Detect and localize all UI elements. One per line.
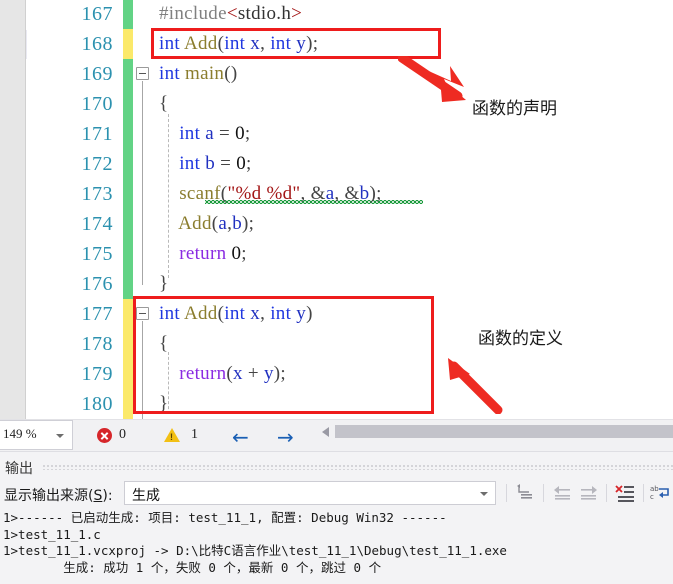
change-indicator-green — [123, 0, 133, 29]
code-line[interactable]: int main() — [159, 59, 238, 89]
change-indicator-yellow — [123, 329, 133, 359]
output-pane-title: 输出 — [5, 461, 33, 477]
chevron-down-icon — [56, 434, 64, 438]
definition-annotation-label: 函数的定义 — [478, 329, 563, 349]
svg-text:c: c — [650, 493, 654, 501]
navigate-forward-button[interactable]: → — [277, 427, 294, 447]
zoom-level-value: 149 % — [3, 426, 37, 441]
chevron-down-icon — [480, 492, 488, 496]
warning-icon: ! — [164, 428, 180, 442]
warning-count: 1 — [191, 427, 198, 442]
outlining-gutter[interactable] — [133, 0, 155, 419]
toolbar-separator — [506, 484, 507, 502]
change-indicator-green — [123, 59, 133, 89]
outlining-line-main — [142, 81, 143, 285]
line-number: 176 — [81, 273, 113, 295]
output-pane-dotted-divider — [42, 464, 673, 470]
change-indicator-green — [123, 179, 133, 209]
clear-all-icon[interactable] — [614, 483, 636, 503]
error-count: 0 — [119, 427, 126, 442]
code-editor[interactable]: 167 168 169 170 171 172 173 174 175 176 177 178 179 1… — [0, 0, 673, 419]
code-line[interactable]: int a = 0; — [159, 119, 251, 149]
line-number: 170 — [81, 93, 113, 115]
change-indicator-yellow — [123, 389, 133, 419]
svg-text:ab: ab — [650, 485, 659, 493]
output-source-label-prefix: 显示输出来源( — [4, 488, 94, 504]
output-pane: 输出 显示输出来源(S): 生成 ab c 1>------ 已启动生成: 项目… — [0, 451, 673, 584]
change-indicator-green — [123, 89, 133, 119]
output-source-label-suffix: ): — [102, 488, 113, 504]
collapse-main-icon[interactable] — [136, 67, 149, 80]
code-line[interactable]: int Add(int x, int y) — [159, 299, 313, 329]
clear-output-icon[interactable] — [514, 483, 536, 503]
change-indicator-green — [123, 239, 133, 269]
code-line[interactable]: { — [159, 329, 168, 359]
zoom-level-combobox[interactable]: 149 % — [0, 420, 73, 450]
change-indicator-green — [123, 119, 133, 149]
line-number-gutter: 167 168 169 170 171 172 173 174 175 176 177 178 179 1… — [27, 0, 123, 419]
change-indicator-green — [123, 209, 133, 239]
scroll-left-icon[interactable] — [322, 427, 329, 437]
line-number: 169 — [81, 63, 113, 85]
output-source-value: 生成 — [132, 488, 160, 504]
change-indicator-yellow — [123, 359, 133, 389]
code-line[interactable]: int Add(int x, int y); — [159, 29, 318, 59]
code-line[interactable]: } — [159, 389, 168, 419]
output-source-combobox[interactable]: 生成 — [124, 481, 496, 505]
output-line: 1>test_11_1.vcxproj -> D:\比特C语言作业\test_1… — [3, 543, 507, 558]
change-indicator-yellow — [123, 29, 133, 59]
toolbar-separator — [643, 484, 644, 502]
horizontal-scrollbar-thumb[interactable] — [335, 425, 673, 438]
toolbar-separator — [606, 484, 607, 502]
code-line[interactable]: Add(a,b); — [159, 209, 254, 239]
change-indicator-green — [123, 149, 133, 179]
line-number: 174 — [81, 213, 113, 235]
code-line[interactable]: #include<stdio.h> — [159, 0, 302, 29]
output-toolbar: 显示输出来源(S): 生成 ab c — [0, 479, 673, 509]
output-line: 1>------ 已启动生成: 项目: test_11_1, 配置: Debug… — [3, 510, 447, 525]
code-line[interactable]: } — [159, 269, 168, 299]
outlining-line-add — [142, 321, 143, 419]
code-line[interactable]: scanf("%d %d", &a, &b); — [159, 179, 382, 209]
collapse-add-icon[interactable] — [136, 307, 149, 320]
line-number: 173 — [81, 183, 113, 205]
line-number: 175 — [81, 243, 113, 265]
code-line[interactable]: return(x + y); — [159, 359, 286, 389]
output-text-body: 1>------ 已启动生成: 项目: test_11_1, 配置: Debug… — [3, 510, 673, 576]
toggle-word-wrap-icon[interactable]: ab c — [650, 483, 672, 503]
code-text-area[interactable]: #include<stdio.h> int Add(int x, int y); i… — [155, 0, 673, 419]
code-line[interactable]: return 0; — [159, 239, 247, 269]
go-to-previous-message-icon[interactable] — [551, 483, 573, 503]
output-source-label: 显示输出来源(S): — [4, 485, 113, 505]
go-to-next-message-icon[interactable] — [578, 483, 600, 503]
toolbar-separator — [543, 484, 544, 502]
line-number: 180 — [81, 393, 113, 415]
line-number: 178 — [81, 333, 113, 355]
change-indicator-green — [123, 269, 133, 299]
line-number: 167 — [81, 3, 113, 25]
line-number: 177 — [81, 303, 113, 325]
code-line[interactable]: { — [159, 89, 168, 119]
navigate-backward-button[interactable]: ← — [232, 427, 249, 447]
visual-studio-window: 167 168 169 170 171 172 173 174 175 176 177 178 179 1… — [0, 0, 673, 584]
error-icon — [97, 428, 112, 443]
declaration-annotation-label: 函数的声明 — [472, 99, 557, 119]
selection-margin — [0, 0, 26, 419]
line-number: 168 — [81, 33, 113, 55]
change-indicator-gutter — [123, 0, 133, 419]
line-number: 172 — [81, 153, 113, 175]
output-line: 1>test_11_1.c — [3, 526, 101, 542]
code-line[interactable]: int b = 0; — [159, 149, 252, 179]
line-number: 179 — [81, 363, 113, 385]
line-number: 171 — [81, 123, 113, 145]
change-indicator-yellow — [123, 299, 133, 329]
output-line: 生成: 成功 1 个，失败 0 个，最新 0 个，跳过 0 个 — [3, 559, 382, 575]
